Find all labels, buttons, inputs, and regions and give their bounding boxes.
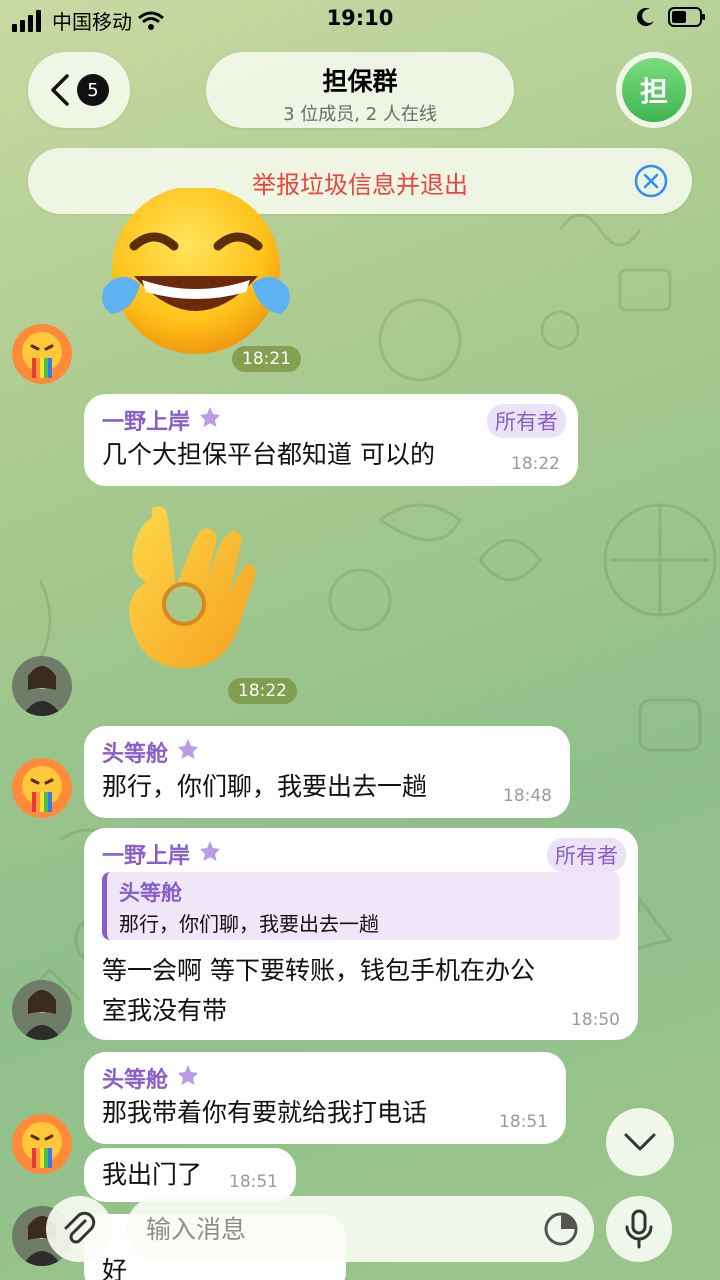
close-icon[interactable] <box>634 164 668 198</box>
chat-title: 担保群 <box>322 67 398 96</box>
star-icon <box>176 737 200 767</box>
star-icon <box>198 405 222 435</box>
sticker-timestamp: 18:22 <box>228 678 297 704</box>
group-avatar[interactable]: 担 <box>616 52 692 128</box>
message-time: 18:51 <box>229 1172 278 1192</box>
sender-name: 头等舱 <box>102 736 200 768</box>
voice-message-button[interactable] <box>606 1196 672 1262</box>
rainbow-vomit-avatar-icon <box>12 324 72 384</box>
battery-icon <box>668 7 705 27</box>
message-time: 18:51 <box>499 1112 548 1132</box>
avatar[interactable] <box>12 324 72 384</box>
avatar[interactable] <box>12 656 72 716</box>
back-button[interactable]: 5 <box>28 52 130 128</box>
microphone-icon <box>625 1209 653 1249</box>
avatar[interactable] <box>12 980 72 1040</box>
message-text: 几个大担保平台都知道 可以的 <box>102 440 435 469</box>
sticker-timestamp: 18:21 <box>232 346 301 372</box>
avatar[interactable] <box>12 758 72 818</box>
owner-badge: 所有者 <box>487 404 566 438</box>
member-status: 3 位成员, 2 人在线 <box>283 104 437 125</box>
message-composer[interactable] <box>126 1196 594 1262</box>
sticker-icon[interactable] <box>542 1210 580 1248</box>
message-time: 18:48 <box>503 786 552 806</box>
chevron-down-icon <box>624 1133 656 1151</box>
owner-badge: 所有者 <box>547 838 626 872</box>
sender-name-label: 一野上岸 <box>102 410 191 435</box>
chevron-left-icon <box>51 74 69 106</box>
rainbow-vomit-avatar-icon <box>12 1114 72 1174</box>
rainbow-vomit-avatar-icon <box>12 758 72 818</box>
user-photo-avatar-icon <box>12 656 72 716</box>
attach-button[interactable] <box>46 1196 112 1262</box>
chat-header[interactable]: 担保群 3 位成员, 2 人在线 <box>206 52 514 128</box>
paperclip-icon <box>64 1211 96 1244</box>
status-bar: 中国移动 19:10 <box>0 0 720 40</box>
reply-text: 那行，你们聊，我要出去一趟 <box>119 912 379 936</box>
unread-badge: 5 <box>77 74 109 106</box>
laughing-tears-sticker[interactable] <box>96 188 296 360</box>
message-bubble[interactable]: 头等舱 那我带着你有要就给我打电话 18:51 <box>84 1052 566 1144</box>
user-photo-avatar-icon <box>12 980 72 1040</box>
star-icon <box>198 839 222 869</box>
sender-name-label: 头等舱 <box>102 742 169 767</box>
avatar[interactable] <box>12 1114 72 1174</box>
sender-name-label: 头等舱 <box>102 1068 169 1093</box>
sender-name-label: 一野上岸 <box>102 844 191 869</box>
sender-name: 一野上岸 <box>102 838 222 870</box>
message-text-line2: 室我没有带 <box>102 996 228 1025</box>
message-text: 那行，你们聊，我要出去一趟 <box>102 772 428 801</box>
message-text: 好 <box>102 1256 128 1280</box>
message-bubble[interactable]: 头等舱 那行，你们聊，我要出去一趟 18:48 <box>84 726 570 818</box>
sender-name: 头等舱 <box>102 1062 200 1094</box>
message-bubble[interactable]: 一野上岸 所有者 几个大担保平台都知道 可以的 18:22 <box>84 394 578 486</box>
message-bubble[interactable]: 一野上岸 所有者 头等舱 那行，你们聊，我要出去一趟 等一会啊 等下要转账，钱包… <box>84 828 638 1040</box>
message-time: 18:50 <box>571 1010 620 1030</box>
message-text-line1: 等一会啊 等下要转账，钱包手机在办公 <box>102 956 535 985</box>
moon-icon <box>636 8 654 27</box>
reply-quote[interactable]: 头等舱 那行，你们聊，我要出去一趟 <box>102 872 620 940</box>
star-icon <box>176 1063 200 1093</box>
scroll-to-bottom-button[interactable] <box>606 1108 674 1176</box>
message-bubble[interactable]: 我出门了 18:51 <box>84 1148 296 1202</box>
message-time: 18:22 <box>511 454 560 474</box>
ok-hand-sticker[interactable] <box>122 500 272 680</box>
message-input[interactable] <box>146 1206 526 1252</box>
reply-sender: 头等舱 <box>119 881 182 905</box>
clock: 19:10 <box>326 6 394 30</box>
sender-name: 一野上岸 <box>102 404 222 436</box>
message-text: 我出门了 <box>102 1160 203 1189</box>
group-avatar-letter: 担 <box>622 58 686 122</box>
message-text: 那我带着你有要就给我打电话 <box>102 1098 428 1127</box>
